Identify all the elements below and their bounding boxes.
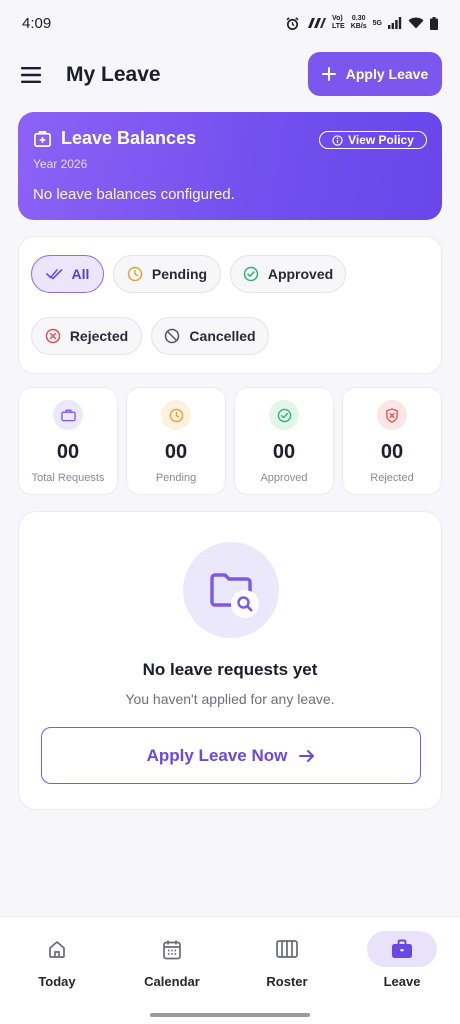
stat-icon-wrap: [161, 400, 191, 430]
nav-label: Roster: [266, 974, 308, 989]
empty-state-title: No leave requests yet: [142, 660, 318, 679]
stat-value: 00: [272, 441, 296, 463]
stat-approved: 00 Approved: [234, 387, 334, 495]
filter-chip-label: Approved: [267, 266, 334, 282]
alarm-icon: [286, 16, 299, 30]
carrier-logo-icon: [308, 18, 326, 28]
stat-icon-wrap: [377, 400, 407, 430]
data-speed: 0.30 KB/s: [350, 15, 367, 30]
stat-label: Approved: [260, 472, 308, 484]
briefcase-icon: [60, 409, 76, 422]
arrow-right-icon: [299, 749, 315, 762]
filter-chip-all[interactable]: All: [31, 255, 104, 293]
stat-value: 00: [164, 441, 188, 463]
stat-label: Rejected: [370, 472, 414, 484]
balance-title: Leave Balances: [61, 128, 197, 148]
signal-type: 5G: [372, 19, 382, 27]
status-time: 4:09: [22, 14, 52, 32]
info-icon: [332, 134, 343, 146]
stat-icon-wrap: [53, 400, 83, 430]
stat-value: 00: [56, 441, 80, 463]
signal-icon: [388, 17, 402, 29]
view-policy-label: View Policy: [348, 133, 414, 147]
filter-chip-approved[interactable]: Approved: [230, 255, 346, 293]
check-circle-icon: [243, 266, 259, 282]
nav-icon-wrap: [252, 931, 322, 967]
folder-search-icon: [210, 573, 259, 618]
filter-chip-label: Rejected: [69, 328, 129, 344]
home-icon: [49, 941, 65, 958]
plus-icon: [321, 67, 336, 81]
roster-icon: [276, 940, 298, 958]
balance-year: Year 2026: [33, 157, 88, 171]
clock-icon: [127, 266, 143, 282]
filter-chip-cancelled[interactable]: Cancelled: [151, 317, 269, 355]
check-circle-icon: [277, 408, 291, 422]
empty-state-card: No leave requests yet You haven't applie…: [18, 511, 442, 810]
calendar-icon: [163, 940, 181, 959]
empty-state-illustration: [183, 542, 279, 638]
clock-icon: [169, 408, 183, 422]
balance-empty-text: No leave balances configured.: [33, 186, 235, 203]
shield-x-icon: [386, 407, 398, 423]
ban-icon: [165, 328, 180, 344]
filter-chip-rejected[interactable]: Rejected: [31, 317, 142, 355]
wifi-icon: [408, 17, 424, 29]
medical-bag-icon: [34, 130, 51, 147]
stat-label: Total Requests: [31, 472, 105, 484]
apply-leave-button[interactable]: Apply Leave: [308, 52, 442, 96]
nav-item-roster[interactable]: Roster: [237, 931, 337, 989]
view-policy-button[interactable]: View Policy: [319, 131, 427, 149]
apply-leave-label: Apply Leave: [345, 66, 429, 82]
stat-pending: 00 Pending: [126, 387, 226, 495]
nav-item-today[interactable]: Today: [7, 931, 107, 989]
home-indicator[interactable]: [150, 1013, 310, 1017]
stat-icon-wrap: [269, 400, 299, 430]
stat-total-requests: 00 Total Requests: [18, 387, 118, 495]
network-type: Vo) LTE: [332, 15, 345, 30]
nav-icon-wrap: [22, 931, 92, 967]
nav-label: Leave: [383, 974, 421, 989]
apply-leave-now-button[interactable]: Apply Leave Now: [41, 727, 421, 784]
status-bar: 4:09 Vo) LTE 0.30 KB/s 5G: [0, 0, 460, 46]
stat-label: Pending: [155, 472, 197, 484]
nav-label: Calendar: [144, 974, 200, 989]
filter-chip-label: Cancelled: [189, 328, 256, 344]
briefcase-icon: [392, 939, 412, 958]
empty-state-subtitle: You haven't applied for any leave.: [125, 691, 335, 707]
hamburger-menu-icon: [21, 67, 41, 83]
double-check-icon: [45, 269, 62, 280]
nav-item-leave[interactable]: Leave: [352, 931, 452, 989]
menu-button[interactable]: [16, 59, 48, 91]
status-icons: Vo) LTE 0.30 KB/s 5G: [285, 15, 438, 31]
x-circle-icon: [45, 328, 61, 344]
filter-chip-label: Pending: [151, 266, 208, 282]
nav-item-calendar[interactable]: Calendar: [122, 931, 222, 989]
battery-icon: [430, 16, 438, 30]
filter-chip-pending[interactable]: Pending: [113, 255, 221, 293]
bottom-navigation: Today Calendar Roster Leave: [0, 916, 460, 1024]
nav-icon-wrap: [137, 931, 207, 967]
app-bar: My Leave Apply Leave: [0, 52, 460, 98]
page-title: My Leave: [66, 63, 161, 86]
filter-card: All Pending Approved Rejected Cancelled: [18, 236, 442, 374]
nav-label: Today: [38, 974, 76, 989]
apply-leave-now-label: Apply Leave Now: [146, 745, 288, 765]
stats-row: 00 Total Requests 00 Pending 00 Approved…: [18, 387, 442, 495]
stat-value: 00: [380, 441, 404, 463]
stat-rejected: 00 Rejected: [342, 387, 442, 495]
nav-icon-wrap: [367, 931, 437, 967]
leave-balances-card: Leave Balances View Policy Year 2026 No …: [18, 112, 442, 220]
filter-chip-label: All: [71, 266, 90, 282]
